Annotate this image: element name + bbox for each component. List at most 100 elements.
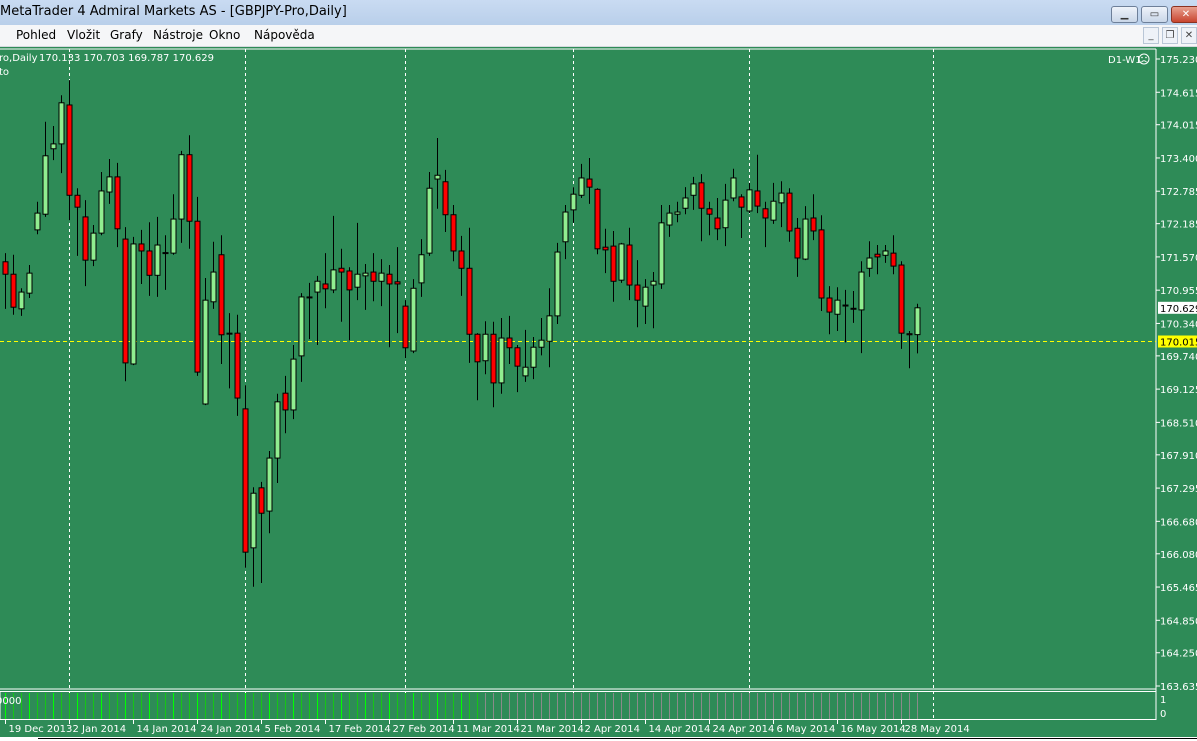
bull-candle-body — [650, 280, 657, 286]
menu-nastroje[interactable]: Nástroje — [153, 28, 203, 42]
price-axis-label: 172.785 — [1160, 187, 1197, 198]
bull-candle-body — [410, 287, 417, 352]
candle — [266, 451, 273, 534]
candle — [274, 393, 281, 483]
candle — [322, 253, 329, 309]
candle — [66, 80, 73, 221]
candle — [898, 261, 905, 349]
bear-candle-body — [114, 176, 121, 230]
candle — [378, 259, 385, 307]
bull-candle-body — [618, 243, 625, 281]
bear-candle-body — [442, 181, 449, 216]
candle — [570, 187, 577, 223]
price-axis-label: 174.615 — [1160, 88, 1197, 99]
candle — [42, 121, 49, 217]
bear-candle-body — [602, 246, 609, 251]
price-chart[interactable]: 175.230 174.615 174.015 173.400 172.785 172.1… — [0, 47, 1197, 741]
candle — [818, 215, 825, 311]
menu-okno[interactable]: Okno — [209, 28, 240, 42]
candle — [330, 215, 337, 294]
candle — [258, 481, 265, 583]
bull-candle-body — [562, 211, 569, 243]
candle — [186, 135, 193, 249]
bull-candle-body — [354, 273, 361, 288]
candle — [642, 279, 649, 324]
menu-vlozit[interactable]: Vložit — [67, 28, 100, 42]
bear-candle-body — [698, 182, 705, 209]
candle — [538, 318, 545, 356]
candle — [754, 154, 761, 214]
candle — [90, 225, 97, 267]
menu-pohled[interactable]: Pohled — [16, 28, 56, 42]
candle — [2, 253, 9, 309]
bear-candle-body — [458, 250, 465, 269]
price-axis-label: 165.465 — [1160, 583, 1197, 594]
bull-candle-body — [642, 286, 649, 307]
candle — [770, 182, 777, 224]
bull-candle-body — [314, 280, 321, 293]
menu-napoveda[interactable]: Nápověda — [254, 28, 315, 42]
bull-candle-body — [298, 296, 305, 357]
bull-candle-body — [34, 212, 41, 231]
candle — [338, 248, 345, 322]
bear-candle-body — [810, 217, 817, 232]
price-axis-label: 169.740 — [1160, 352, 1197, 363]
bear-candle-body — [258, 487, 265, 514]
candle — [434, 137, 441, 209]
candle — [426, 172, 433, 256]
bear-candle-body — [282, 392, 289, 411]
candle — [514, 345, 521, 393]
bull-candle-body — [666, 212, 673, 226]
title-bar: MetaTrader 4 Admiral Markets AS - [GBPJP… — [0, 0, 1197, 25]
bull-candle-body — [434, 174, 441, 180]
candle — [634, 260, 641, 328]
minimize-button[interactable]: ▁ — [1111, 6, 1138, 23]
candle — [834, 287, 841, 331]
candle — [394, 247, 401, 334]
bear-candle-body — [890, 252, 897, 267]
candle — [146, 222, 153, 296]
bull-candle-body — [162, 252, 169, 255]
candle — [794, 217, 801, 277]
close-button[interactable]: ✕ — [1171, 6, 1197, 23]
candle — [722, 183, 729, 247]
candle — [458, 235, 465, 296]
mdi-close-button[interactable]: ✕ — [1181, 27, 1197, 44]
candle — [218, 235, 225, 364]
candle — [698, 174, 705, 242]
candle — [914, 303, 921, 354]
bear-candle-body — [74, 194, 81, 208]
candle — [890, 235, 897, 275]
bull-candle-body — [546, 315, 553, 342]
candle — [74, 188, 81, 256]
menu-grafy[interactable]: Grafy — [110, 28, 143, 42]
candle — [674, 201, 681, 223]
bear-candle-body — [138, 243, 145, 252]
candle — [826, 286, 833, 335]
bear-candle-body — [610, 245, 617, 282]
candle — [546, 288, 553, 368]
bear-candle-body — [322, 283, 329, 290]
bull-candle-body — [130, 243, 137, 365]
mdi-minimize-button[interactable]: _ — [1143, 27, 1159, 44]
mdi-restore-button[interactable]: ❐ — [1162, 27, 1178, 44]
candle — [450, 205, 457, 262]
date-axis-label: 14 Apr 2014 — [649, 724, 711, 735]
candle — [482, 321, 489, 375]
bull-candle-body — [26, 272, 33, 294]
candle — [354, 222, 361, 301]
price-axis-label: 166.080 — [1160, 550, 1197, 561]
close-icon: ✕ — [1184, 30, 1194, 41]
bull-candle-body — [730, 177, 737, 199]
candle — [626, 227, 633, 301]
candle — [250, 487, 257, 587]
bear-candle-body — [2, 261, 9, 275]
bear-candle-body — [586, 178, 593, 188]
candle — [386, 265, 393, 348]
maximize-button[interactable]: ▭ — [1141, 6, 1168, 23]
candle — [282, 375, 289, 434]
candle — [658, 205, 665, 289]
chart-window[interactable]: 175.230 174.615 174.015 173.400 172.785 172.1… — [0, 47, 1197, 741]
bear-candle-body — [186, 154, 193, 222]
bear-candle-body — [714, 217, 721, 230]
